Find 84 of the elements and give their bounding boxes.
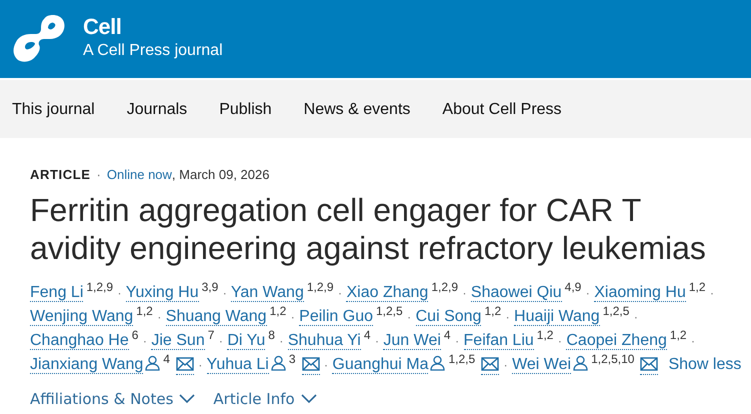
separator-dot: · <box>691 334 696 348</box>
separator-dot: · <box>710 286 714 300</box>
show-less-link[interactable]: Show less <box>668 356 742 373</box>
affiliation-numbers: 1,2 <box>484 304 502 318</box>
affiliation-numbers: 7 <box>208 328 214 342</box>
separator-dot: · <box>324 358 328 372</box>
separator-dot: · <box>504 358 508 372</box>
author-link[interactable]: Yuhua Li <box>206 356 269 374</box>
separator-dot: · <box>407 310 412 324</box>
author-link[interactable]: Cui Song <box>416 308 482 326</box>
publication-date: , March 09, 2026 <box>172 166 270 184</box>
affiliation-numbers: 1,2,5 <box>448 352 476 366</box>
journal-name: Cell <box>83 14 122 40</box>
separator-dot: · <box>338 286 342 300</box>
nav-link[interactable]: Journals <box>126 100 188 118</box>
affiliation-numbers: 8 <box>268 328 275 342</box>
affiliation-numbers: 1,2 <box>536 328 554 342</box>
separator-dot: · <box>157 310 162 324</box>
email-icon[interactable] <box>640 357 658 375</box>
expander-button[interactable]: Article Info <box>213 390 317 408</box>
affiliation-numbers: 1,2 <box>670 328 687 342</box>
email-icon[interactable] <box>302 357 320 375</box>
affiliation-numbers: 1,2,9 <box>431 280 458 294</box>
affiliation-numbers: 4,9 <box>564 280 582 294</box>
separator-dot: · <box>462 286 466 300</box>
author-link[interactable]: Di Yu <box>227 332 266 350</box>
separator-dot: · <box>279 334 284 348</box>
affiliation-numbers: 3 <box>288 352 296 366</box>
separator-dot: · <box>142 334 147 348</box>
separator-dot: · <box>586 286 590 300</box>
affiliation-numbers: 1,2 <box>688 280 706 294</box>
author-link[interactable]: Feifan Liu <box>464 332 534 350</box>
affiliation-numbers: 4 <box>163 352 170 366</box>
author-link[interactable]: Shuhua Yi <box>288 332 361 350</box>
article-type: ARTICLE <box>30 166 91 184</box>
separator-dot: · <box>374 334 379 348</box>
author-link[interactable]: Jianxiang Wang <box>30 356 144 374</box>
affiliation-numbers: 1,2 <box>270 304 286 318</box>
author-link[interactable]: Jie Sun <box>151 332 205 350</box>
author-link[interactable]: Huaiji Wang <box>514 308 600 326</box>
separator-dot: · <box>634 310 638 324</box>
author-link[interactable]: Xiaoming Hu <box>594 284 686 302</box>
author-link[interactable]: Feng Li <box>30 284 84 302</box>
expander-button[interactable]: Affiliations & Notes <box>30 390 196 408</box>
separator-dot: · <box>455 334 460 348</box>
journal-tagline: A Cell Press journal <box>83 41 223 61</box>
author-link[interactable]: Changhao He <box>30 332 129 350</box>
nav-link[interactable]: Publish <box>219 100 272 118</box>
author-link[interactable]: Shuang Wang <box>166 308 267 326</box>
author-link[interactable]: Yan Wang <box>230 284 304 302</box>
nav-link[interactable]: About Cell Press <box>442 100 562 118</box>
separator-dot: · <box>96 166 101 184</box>
author-link[interactable]: Peilin Guo <box>299 308 373 326</box>
author-link[interactable]: Wenjing Wang <box>30 308 134 326</box>
affiliation-numbers: 1,2,9 <box>306 280 334 294</box>
separator-dot: · <box>198 358 202 372</box>
separator-dot: · <box>290 310 295 324</box>
nav-link[interactable]: This journal <box>12 100 95 118</box>
article-title: Ferritin aggregation cell engager for CAR T avidity engineering against refractory leukemias <box>30 191 707 267</box>
email-icon[interactable] <box>481 357 500 375</box>
separator-dot: · <box>118 286 122 300</box>
author-link[interactable]: Caopei Zheng <box>566 332 667 350</box>
affiliation-numbers: 6 <box>132 328 138 342</box>
nav-link[interactable]: News & events <box>304 100 410 118</box>
separator-dot: · <box>506 310 510 324</box>
author-link[interactable]: Guanghui Ma <box>332 356 428 374</box>
affiliation-numbers: 1,2 <box>136 304 153 318</box>
separator-dot: · <box>222 286 227 300</box>
affiliation-numbers: 1,2,5,10 <box>591 352 634 366</box>
affiliation-numbers: 4 <box>364 328 370 342</box>
affiliation-numbers: 1,2,9 <box>86 280 114 294</box>
separator-dot: · <box>218 334 223 348</box>
author-link[interactable]: Xiao Zhang <box>346 284 428 302</box>
affiliation-numbers: 3,9 <box>202 280 218 294</box>
email-icon[interactable] <box>176 357 194 375</box>
separator-dot: · <box>558 334 562 348</box>
author-link[interactable]: Wei Wei <box>512 356 572 374</box>
author-link[interactable]: Yuxing Hu <box>126 284 199 302</box>
online-now-link[interactable]: Online now <box>106 166 172 184</box>
affiliation-numbers: 1,2,5 <box>602 304 630 318</box>
affiliation-numbers: 1,2,5 <box>376 304 403 318</box>
author-link[interactable]: Shaowei Qiu <box>470 284 562 302</box>
affiliation-numbers: 4 <box>444 328 451 342</box>
author-link[interactable]: Jun Wei <box>383 332 441 350</box>
